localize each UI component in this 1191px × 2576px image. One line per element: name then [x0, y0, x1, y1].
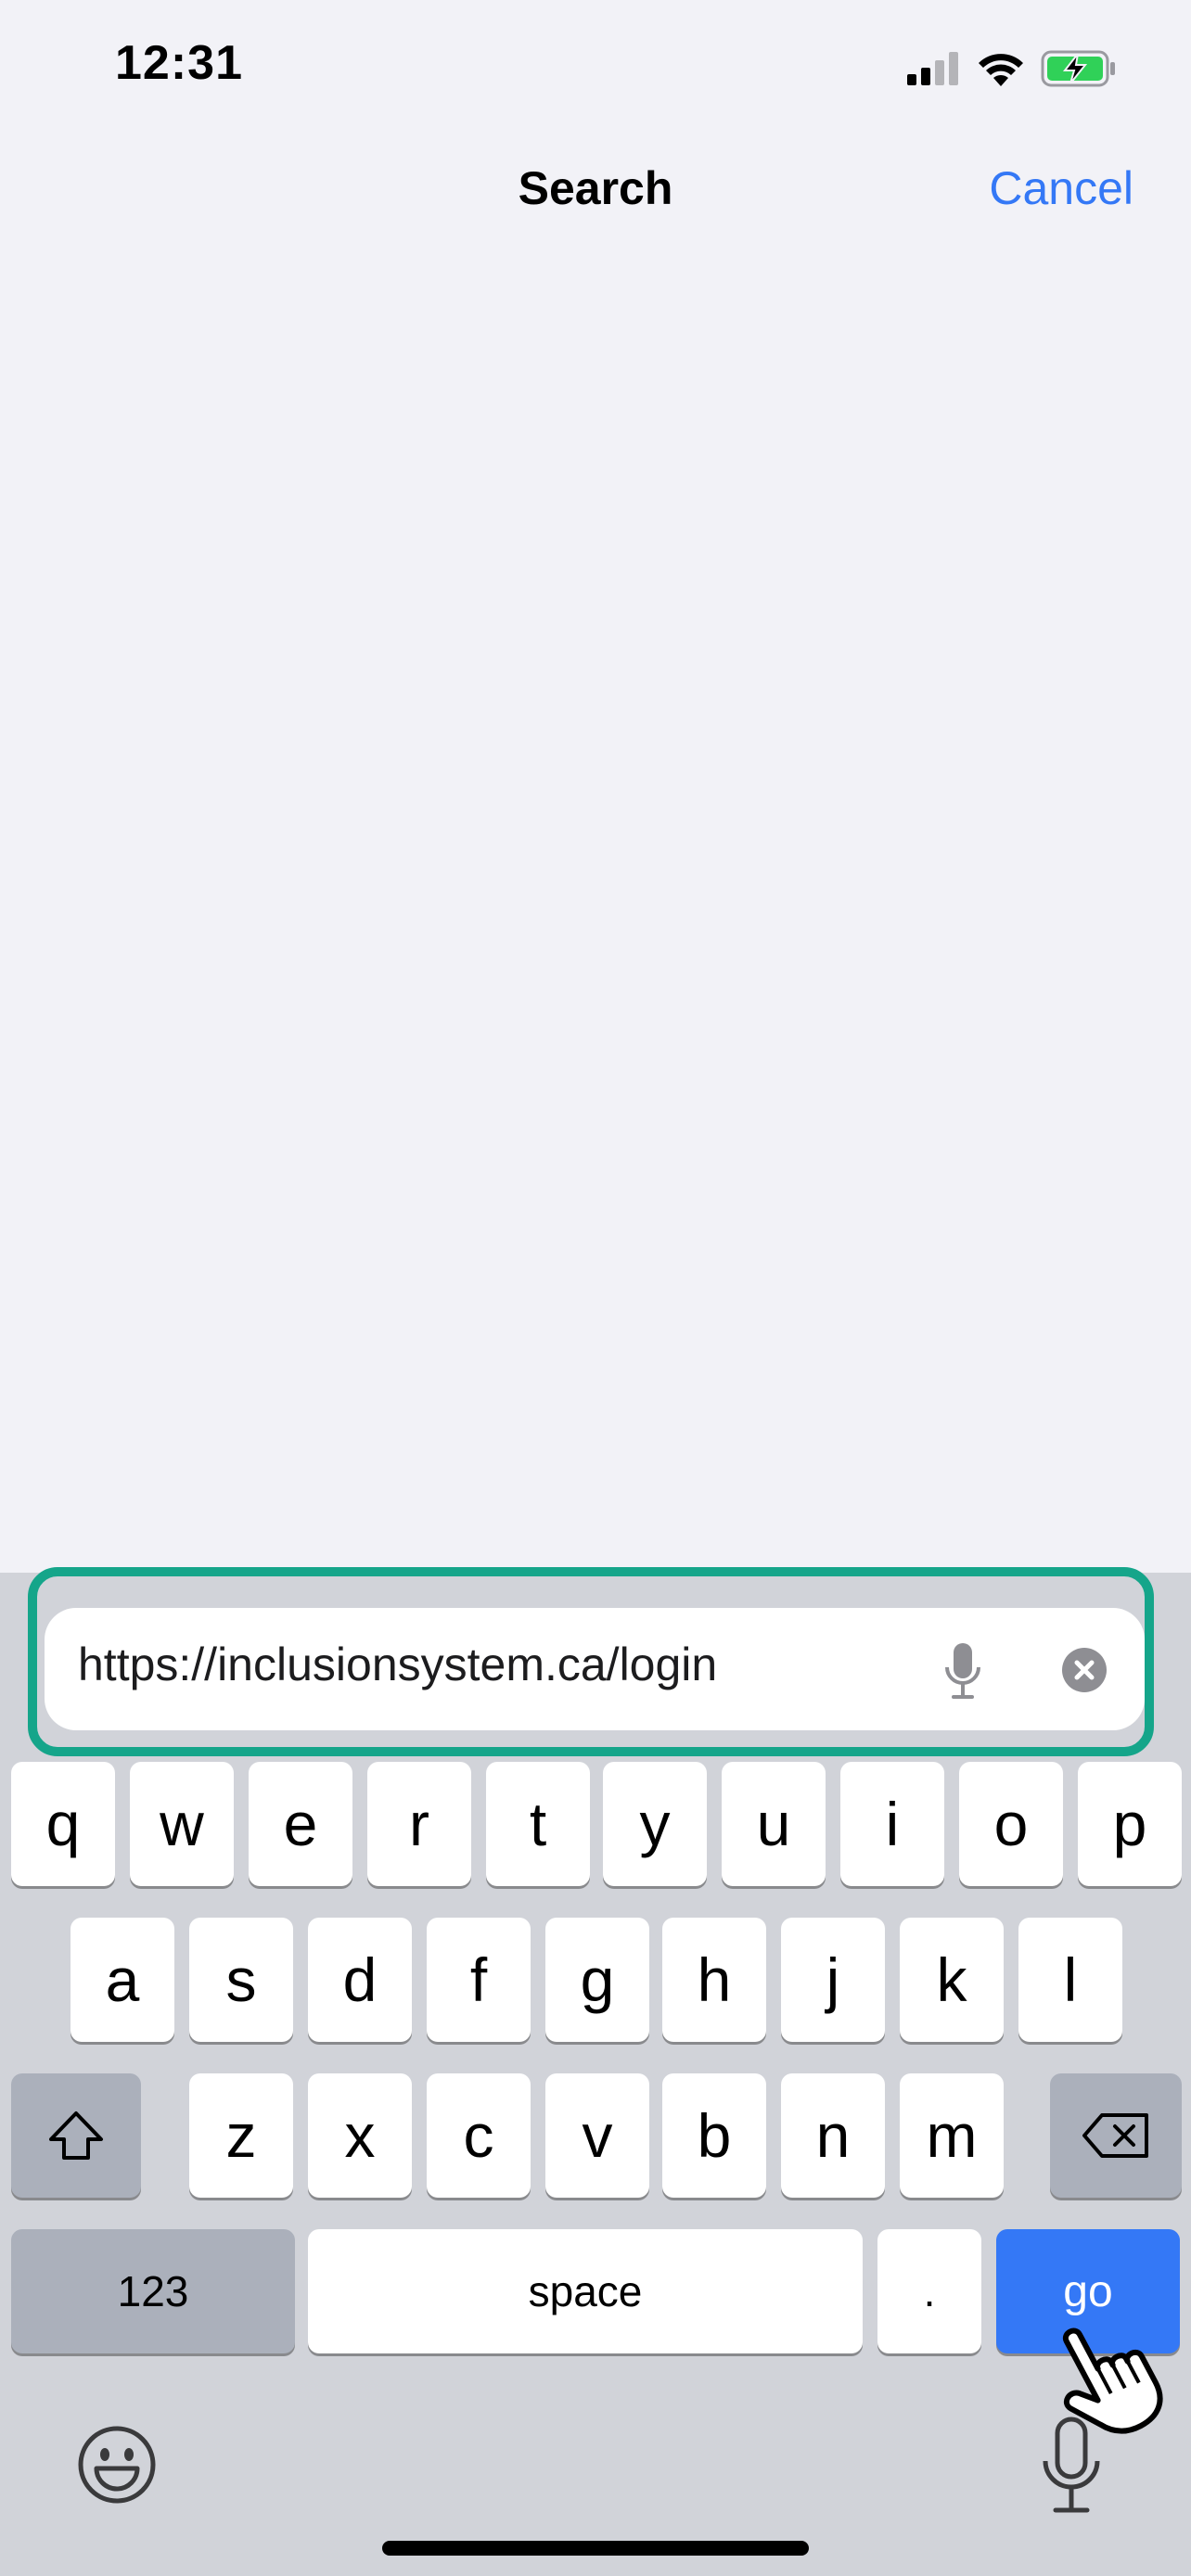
key-m[interactable]: m	[900, 2073, 1004, 2198]
backspace-icon	[1082, 2113, 1148, 2158]
period-key[interactable]: .	[877, 2229, 981, 2353]
key-q[interactable]: q	[11, 1762, 115, 1886]
key-c[interactable]: c	[427, 2073, 531, 2198]
key-o[interactable]: o	[959, 1762, 1063, 1886]
cellular-signal-icon	[907, 52, 958, 85]
key-y[interactable]: y	[603, 1762, 707, 1886]
key-r[interactable]: r	[367, 1762, 471, 1886]
battery-charging-icon	[1041, 50, 1115, 87]
shift-key[interactable]	[11, 2073, 141, 2198]
key-f[interactable]: f	[427, 1918, 531, 2042]
key-g[interactable]: g	[545, 1918, 649, 2042]
key-k[interactable]: k	[900, 1918, 1004, 2042]
key-i[interactable]: i	[840, 1762, 944, 1886]
key-d[interactable]: d	[308, 1918, 412, 2042]
key-p[interactable]: p	[1078, 1762, 1182, 1886]
key-n[interactable]: n	[781, 2073, 885, 2198]
pointer-hand-icon	[1062, 2327, 1163, 2434]
key-h[interactable]: h	[662, 1918, 766, 2042]
backspace-key[interactable]	[1050, 2073, 1182, 2198]
key-w[interactable]: w	[130, 1762, 234, 1886]
shift-icon	[49, 2111, 103, 2160]
key-b[interactable]: b	[662, 2073, 766, 2198]
emoji-icon[interactable]	[76, 2424, 158, 2506]
key-u[interactable]: u	[722, 1762, 826, 1886]
url-field-highlight	[28, 1567, 1154, 1756]
key-e[interactable]: e	[249, 1762, 352, 1886]
key-t[interactable]: t	[486, 1762, 590, 1886]
space-key[interactable]: space	[308, 2229, 863, 2353]
numbers-key[interactable]: 123	[11, 2229, 295, 2353]
status-time: 12:31	[115, 36, 243, 90]
wifi-icon	[979, 54, 1023, 86]
home-indicator[interactable]	[382, 2541, 809, 2556]
key-s[interactable]: s	[189, 1918, 293, 2042]
key-j[interactable]: j	[781, 1918, 885, 2042]
key-l[interactable]: l	[1018, 1918, 1122, 2042]
key-a[interactable]: a	[70, 1918, 174, 2042]
cancel-button[interactable]: Cancel	[989, 161, 1133, 215]
key-x[interactable]: x	[308, 2073, 412, 2198]
key-z[interactable]: z	[189, 2073, 293, 2198]
status-icons	[907, 46, 1117, 91]
key-v[interactable]: v	[545, 2073, 649, 2198]
